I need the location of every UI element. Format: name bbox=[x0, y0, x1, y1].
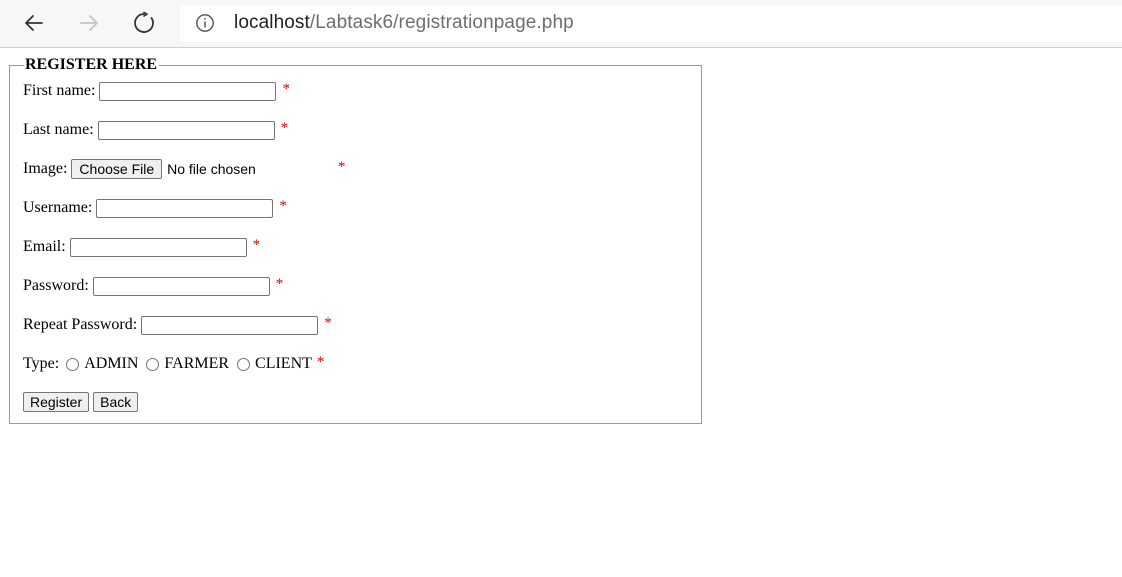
required-mark: * bbox=[324, 314, 332, 331]
address-bar[interactable]: localhost/Labtask6/registrationpage.php bbox=[180, 5, 1122, 42]
info-circle-icon[interactable] bbox=[195, 13, 215, 33]
url-path: /Labtask6/registrationpage.php bbox=[309, 12, 574, 33]
browser-toolbar: localhost/Labtask6/registrationpage.php bbox=[0, 0, 1122, 48]
radio-admin[interactable] bbox=[66, 357, 80, 371]
first-name-label: First name: bbox=[23, 82, 96, 99]
first-name-row: First name: * bbox=[23, 80, 290, 102]
file-status-text: No file chosen bbox=[167, 161, 256, 177]
required-mark: * bbox=[282, 80, 290, 97]
reload-icon bbox=[134, 11, 154, 33]
username-label: Username: bbox=[23, 199, 93, 216]
first-name-input[interactable] bbox=[99, 81, 277, 101]
required-mark: * bbox=[279, 197, 287, 214]
password-input[interactable] bbox=[92, 276, 270, 296]
username-input[interactable] bbox=[96, 198, 274, 218]
last-name-row: Last name: * bbox=[23, 119, 288, 141]
image-label: Image: bbox=[23, 160, 68, 177]
form-legend: REGISTER HERE bbox=[24, 56, 160, 74]
reload-button[interactable] bbox=[130, 9, 158, 37]
url-text[interactable]: localhost/Labtask6/registrationpage.php bbox=[234, 12, 574, 34]
password-row: Password: * bbox=[23, 275, 283, 297]
radio-client-label[interactable]: CLIENT bbox=[255, 355, 312, 373]
register-button[interactable]: Register bbox=[23, 392, 90, 412]
radio-farmer-label[interactable]: FARMER bbox=[164, 355, 229, 373]
email-input[interactable] bbox=[69, 237, 247, 257]
email-label: Email: bbox=[23, 238, 66, 255]
arrow-left-icon bbox=[25, 15, 43, 31]
radio-farmer[interactable] bbox=[146, 357, 160, 371]
image-row: Image: Choose File No file chosen * bbox=[23, 158, 345, 180]
required-mark: * bbox=[252, 236, 261, 253]
arrow-right-icon bbox=[80, 15, 98, 31]
required-mark: * bbox=[275, 275, 284, 292]
radio-admin-label[interactable]: ADMIN bbox=[84, 355, 138, 373]
choose-file-button[interactable]: Choose File bbox=[71, 159, 163, 179]
type-label: Type: bbox=[23, 355, 60, 372]
repeat-password-row: Repeat Password: * bbox=[23, 314, 332, 336]
back-form-button[interactable]: Back bbox=[93, 392, 139, 412]
url-host: localhost bbox=[234, 12, 310, 33]
form-buttons-row: Register Back bbox=[23, 391, 142, 413]
email-row: Email: * bbox=[23, 236, 260, 258]
repeat-password-label: Repeat Password: bbox=[23, 316, 138, 333]
last-name-input[interactable] bbox=[97, 120, 275, 140]
type-row: Type: ADMIN FARMER CLIENT * bbox=[23, 353, 324, 375]
forward-button[interactable] bbox=[75, 9, 103, 37]
radio-client[interactable] bbox=[237, 357, 251, 371]
repeat-password-input[interactable] bbox=[141, 315, 319, 335]
required-mark: * bbox=[280, 119, 289, 136]
required-mark: * bbox=[337, 158, 346, 175]
required-mark: * bbox=[316, 353, 325, 370]
last-name-label: Last name: bbox=[23, 121, 94, 138]
password-label: Password: bbox=[23, 277, 89, 294]
username-row: Username: * bbox=[23, 197, 287, 219]
back-button[interactable] bbox=[20, 9, 48, 37]
